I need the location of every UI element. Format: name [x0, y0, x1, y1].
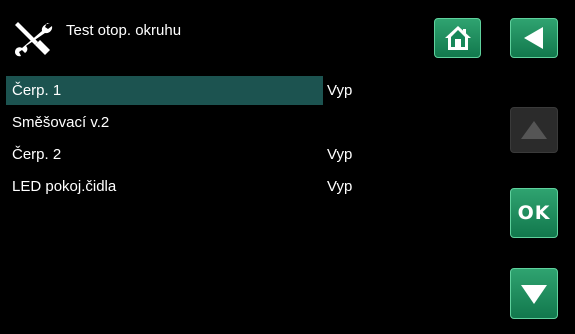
ok-label: OK — [517, 202, 551, 224]
item-name: Čerp. 1 — [6, 76, 323, 105]
item-value: Vyp — [327, 178, 353, 195]
screen: Test otop. okruhu Čerp. 1 Vyp Směšovací … — [0, 0, 575, 334]
item-name: Směšovací v.2 — [12, 114, 110, 131]
item-name: Čerp. 2 — [12, 146, 62, 163]
back-button[interactable] — [510, 18, 558, 58]
tools-icon — [15, 22, 53, 57]
scroll-down-button[interactable] — [510, 268, 558, 319]
list-item[interactable]: Čerp. 2 Vyp — [6, 140, 486, 172]
page-title: Test otop. okruhu — [66, 22, 182, 39]
item-list: Čerp. 1 Vyp Směšovací v.2 Čerp. 2 Vyp LE… — [6, 76, 486, 204]
scroll-up-button[interactable] — [510, 107, 558, 153]
down-arrow-icon — [521, 284, 547, 304]
up-arrow-icon — [521, 121, 547, 139]
list-item[interactable]: Čerp. 1 Vyp — [6, 76, 486, 108]
item-value: Vyp — [327, 146, 353, 163]
ok-button[interactable]: OK — [510, 188, 558, 238]
list-item[interactable]: Směšovací v.2 — [6, 108, 486, 140]
home-icon — [444, 26, 471, 50]
home-button[interactable] — [434, 18, 481, 58]
item-value: Vyp — [327, 82, 353, 99]
list-item[interactable]: LED pokoj.čidla Vyp — [6, 172, 486, 204]
item-name: LED pokoj.čidla — [12, 178, 117, 195]
back-arrow-icon — [524, 27, 543, 49]
